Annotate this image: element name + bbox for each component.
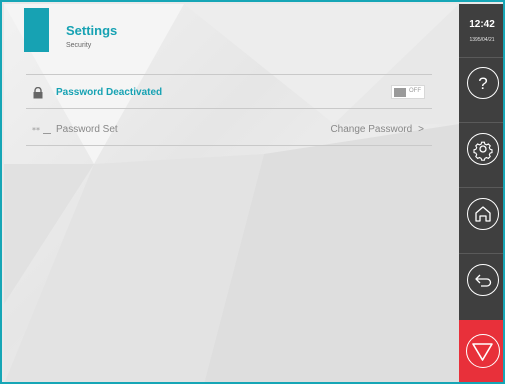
svg-text:**: ** <box>32 126 40 135</box>
divider <box>26 74 432 75</box>
password-deactivated-label: Password Deactivated <box>56 87 163 98</box>
svg-text:?: ? <box>478 74 487 93</box>
lock-icon <box>32 86 44 104</box>
password-set-label: Password Set <box>56 124 118 135</box>
change-password-link[interactable]: Change Password > <box>330 124 424 135</box>
password-deactivated-row: Password Deactivated OFF <box>26 77 432 107</box>
page-title: Settings <box>66 23 118 38</box>
password-set-row[interactable]: ** Password Set Change Password > <box>26 114 432 144</box>
back-button[interactable] <box>467 264 499 296</box>
stop-icon <box>472 343 493 361</box>
divider <box>26 108 432 109</box>
main-panel: Settings Security Password Deactivated O… <box>4 4 459 382</box>
header-accent <box>24 8 49 52</box>
sidebar-divider <box>459 253 503 254</box>
page-subtitle: Security <box>66 42 92 49</box>
sidebar-divider <box>459 57 503 58</box>
settings-button[interactable] <box>467 133 499 165</box>
stop-icon-circle <box>466 334 500 368</box>
sidebar-divider <box>459 187 503 188</box>
toggle-label: OFF <box>409 88 421 94</box>
password-stars-icon: ** <box>32 123 52 141</box>
password-toggle[interactable]: OFF <box>391 85 425 99</box>
divider <box>26 145 432 146</box>
home-button[interactable] <box>467 198 499 230</box>
screen: Settings Security Password Deactivated O… <box>0 0 505 384</box>
clock-time: 12:42 <box>469 19 495 30</box>
home-icon <box>475 206 491 222</box>
clock-date: 1395/04/21 <box>469 37 495 43</box>
gear-icon <box>473 141 493 161</box>
help-button[interactable]: ? <box>467 67 499 99</box>
help-icon: ? <box>478 74 487 93</box>
background-pattern <box>4 4 459 382</box>
chevron-right-icon: > <box>418 124 424 135</box>
stop-button[interactable] <box>459 320 503 382</box>
change-password-label: Change Password <box>330 124 413 135</box>
toggle-knob <box>394 88 406 97</box>
back-icon <box>475 274 492 287</box>
sidebar-divider <box>459 122 503 123</box>
